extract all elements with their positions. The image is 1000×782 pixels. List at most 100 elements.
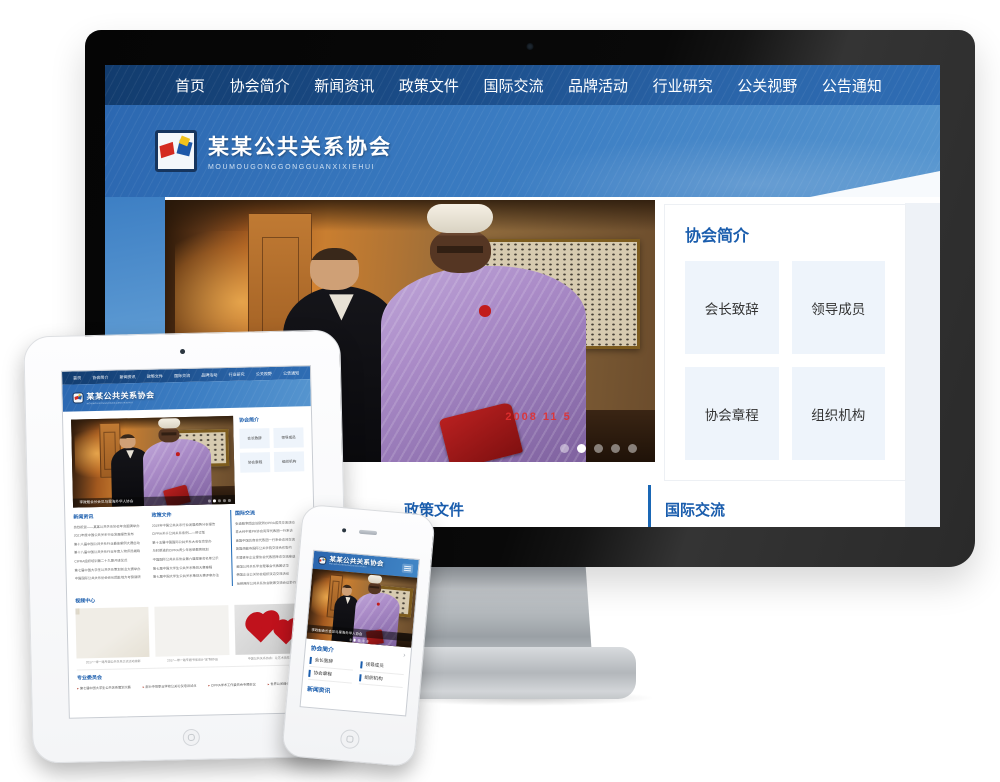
- phone-device: 某某公共关系协会 MOUMOUGONGGONGGUANXIXIEHUI 2008…: [281, 504, 436, 768]
- intl-link[interactable]: 张道翰率团出访欧洲CIPRA成员交流活动: [235, 519, 305, 526]
- video-item: 2017一带一路专题公共关系交流活动掠影: [75, 607, 150, 665]
- nav-item[interactable]: 公告通知: [283, 370, 299, 376]
- website-tablet: 首页协会简介新闻资讯政策文件国际交流品牌活动行业研究公关视野公告通知 某某公共关…: [62, 366, 318, 718]
- carousel-dot[interactable]: [349, 638, 352, 641]
- nav-item[interactable]: 新闻资讯: [120, 374, 136, 380]
- policy-link[interactable]: 2019年中国公共关系行业发展趋势分析报告: [152, 521, 222, 528]
- nav-item[interactable]: 新闻资讯: [314, 75, 374, 96]
- news-title: 新闻资讯: [307, 684, 331, 695]
- committee-link[interactable]: 第七届中国大学生公共关系策划大赛: [77, 685, 131, 691]
- committee-section: 专业委员会 第七届中国大学生公共关系策划大赛 部分中等职业学校公关礼仪培训试点 CI…: [77, 665, 309, 691]
- policy-link[interactable]: 与时俱进的CIPRA青少年思想教育规划: [152, 547, 222, 554]
- policy-link[interactable]: 第七届中国大学生公共关系策划大赛章程: [153, 564, 223, 571]
- about-link[interactable]: 会长致辞: [685, 261, 779, 354]
- video-title: 视频中心: [75, 592, 307, 604]
- about-link[interactable]: 会长致辞: [239, 428, 269, 449]
- policy-link[interactable]: 第七届中国大学生公共关系策划大赛评审办法: [153, 572, 223, 579]
- carousel-dot[interactable]: [362, 639, 365, 642]
- nav-item[interactable]: 国际交流: [174, 372, 190, 378]
- carousel-dot[interactable]: [611, 444, 620, 453]
- video-thumbnail[interactable]: [75, 607, 149, 659]
- committee-link[interactable]: 部分中等职业学校公关礼仪培训试点: [143, 683, 197, 689]
- about-link[interactable]: 协会章程: [685, 367, 779, 460]
- hero-carousel: 2008 11 5 李政魁会长会见马里海外华人协会: [307, 569, 418, 648]
- news-link[interactable]: 热烈祝贺——某某公共关系协会年会圆满举办: [73, 523, 143, 530]
- about-link[interactable]: 领导成员: [273, 427, 303, 448]
- nav-item[interactable]: 行业研究: [229, 371, 245, 377]
- tablet-main: 2008 11 5 李政魁会长会见马里海外华人协会 协会简介: [63, 406, 313, 512]
- news-link[interactable]: 第十八届中国公共关系行业年度人物评选揭晓: [74, 548, 144, 555]
- nav-item[interactable]: 公关视野: [737, 75, 797, 96]
- monitor-stand-foot: [404, 647, 636, 699]
- news-link[interactable]: CIPRA组织培训第二十九期开班仪式: [74, 557, 144, 564]
- intl-link[interactable]: 英国西敏寺国际公关学院交流合作签约: [236, 545, 306, 552]
- policy-link[interactable]: CIPRA关于公共关系条例——修订版: [152, 529, 222, 536]
- carousel-dot[interactable]: [628, 444, 637, 453]
- about-link[interactable]: 领导成员: [792, 261, 886, 354]
- about-panel: 协会简介 会长致辞领导成员协会章程组织机构: [239, 414, 305, 503]
- carousel-dot[interactable]: [367, 640, 370, 643]
- carousel-dot[interactable]: [577, 444, 586, 453]
- nav-item[interactable]: 政策文件: [147, 373, 163, 379]
- news-title: 新闻资讯: [73, 512, 143, 521]
- policy-link[interactable]: 中国国际公共关系协会第六届理事会名单公示: [153, 555, 223, 562]
- nav-item[interactable]: 品牌活动: [201, 372, 217, 378]
- nav-item[interactable]: 首页: [175, 75, 205, 96]
- about-link[interactable]: 组织机构: [792, 367, 886, 460]
- video-center: 视频中心 2017一带一路专题公共关系交流活动掠影 20: [67, 589, 317, 665]
- hero-carousel: 2008 11 5 李政魁会长会见马里海外华人协会: [71, 416, 235, 508]
- nav-item[interactable]: 公关视野: [256, 371, 272, 377]
- nav-item[interactable]: 协会简介: [230, 75, 290, 96]
- about-link[interactable]: 协会章程: [240, 452, 270, 473]
- site-header: 某某公共关系协会 MOUMOUGONGGONGGUANXIXIEHUI: [62, 379, 311, 412]
- about-title: 协会简介: [239, 415, 303, 423]
- about-link[interactable]: 组织机构: [274, 451, 304, 472]
- video-caption: 2017一带一路专题书信设计"定"制作品: [156, 657, 229, 663]
- tablet-home-button: [182, 729, 199, 746]
- carousel-dot[interactable]: [218, 499, 221, 502]
- nav-item[interactable]: 政策文件: [399, 75, 459, 96]
- tablet-screen: 首页协会简介新闻资讯政策文件国际交流品牌活动行业研究公关视野公告通知 某某公共关…: [61, 365, 319, 719]
- carousel-dot[interactable]: [594, 444, 603, 453]
- carousel-dot[interactable]: [358, 639, 361, 642]
- carousel-dot[interactable]: [228, 499, 231, 502]
- committee-link[interactable]: CIPRA学术工作委员会专题会议: [208, 682, 256, 688]
- carousel-dot[interactable]: [223, 499, 226, 502]
- carousel-dot[interactable]: [208, 499, 211, 502]
- phone-camera: [341, 528, 345, 532]
- chevron-right-icon[interactable]: ›: [403, 652, 406, 659]
- intl-link[interactable]: 意大利中意PR协会资深代表团一行来访: [235, 527, 305, 534]
- carousel-dot[interactable]: [213, 499, 216, 502]
- news-link[interactable]: 第十八届中国公共关系行业最佳案例大赛启动: [74, 540, 144, 547]
- committee-links: 第七届中国大学生公共关系策划大赛 部分中等职业学校公关礼仪培训试点 CIPRA学术工…: [77, 681, 309, 691]
- logo-title: 某某公共关系协会: [86, 389, 154, 402]
- carousel-dot[interactable]: [353, 639, 356, 642]
- photo-timestamp: 2008 11 5: [505, 411, 571, 423]
- news-link[interactable]: 中国国际公共关系协会会长团赴地方考察调研: [75, 574, 145, 581]
- nav-item[interactable]: 协会简介: [92, 374, 108, 380]
- site-logo[interactable]: 某某公共关系协会 MOUMOUGONGGONGGUANXIXIEHUI: [155, 130, 392, 172]
- responsive-mockup-scene: 首页协会简介新闻资讯政策文件国际交流品牌活动行业研究公关视野公告通知 某某公共关…: [0, 0, 1000, 782]
- news-link[interactable]: 第七届中国大学生公共关系策划创业大赛举办: [74, 566, 144, 573]
- intl-link[interactable]: 东盟青年企业家协会代表团来访交流座谈: [236, 553, 306, 560]
- logo-subtitle: MOUMOUGONGGONGGUANXIXIEHUI: [208, 164, 392, 171]
- website-phone: 某某公共关系协会 MOUMOUGONGGONGGUANXIXIEHUI 2008…: [301, 551, 419, 716]
- intl-link[interactable]: 美国中国总商会代表团一行来会访问交流: [235, 536, 305, 543]
- intl-link[interactable]: 美国公共关系学会理事会代表团访华: [236, 562, 306, 569]
- news-link[interactable]: 2021年度中国公共关系行业发展报告发布: [74, 531, 144, 538]
- site-logo[interactable]: 某某公共关系协会 MOUMOUGONGGONGGUANXIXIEHUI: [72, 389, 154, 405]
- policy-link[interactable]: 第十五届中国国际公共关系大会在京举办: [152, 538, 222, 545]
- nav-item[interactable]: 行业研究: [653, 75, 713, 96]
- nav-item[interactable]: 品牌活动: [568, 75, 628, 96]
- video-thumbnail[interactable]: [155, 605, 229, 657]
- hamburger-menu-icon[interactable]: [402, 563, 414, 573]
- nav-item[interactable]: 国际交流: [483, 75, 543, 96]
- policy-column: 政策文件 2019年中国公共关系行业发展趋势分析报告CIPRA关于公共关系条例—…: [404, 485, 632, 527]
- video-row: 2017一带一路专题公共关系交流活动掠影 2017一带一路专题书信设计"定"制作…: [75, 603, 308, 665]
- carousel-dot[interactable]: [560, 444, 569, 453]
- committee-title: 专业委员会: [77, 670, 309, 682]
- nav-item[interactable]: 公告通知: [822, 75, 882, 96]
- nav-item[interactable]: 首页: [73, 375, 81, 381]
- about-grid: 会长致辞领导成员协会章程组织机构: [685, 261, 885, 460]
- news-column: 新闻资讯 热烈祝贺——某某公共关系协会年会圆满举办2021年度中国公共关系行业发…: [73, 512, 145, 589]
